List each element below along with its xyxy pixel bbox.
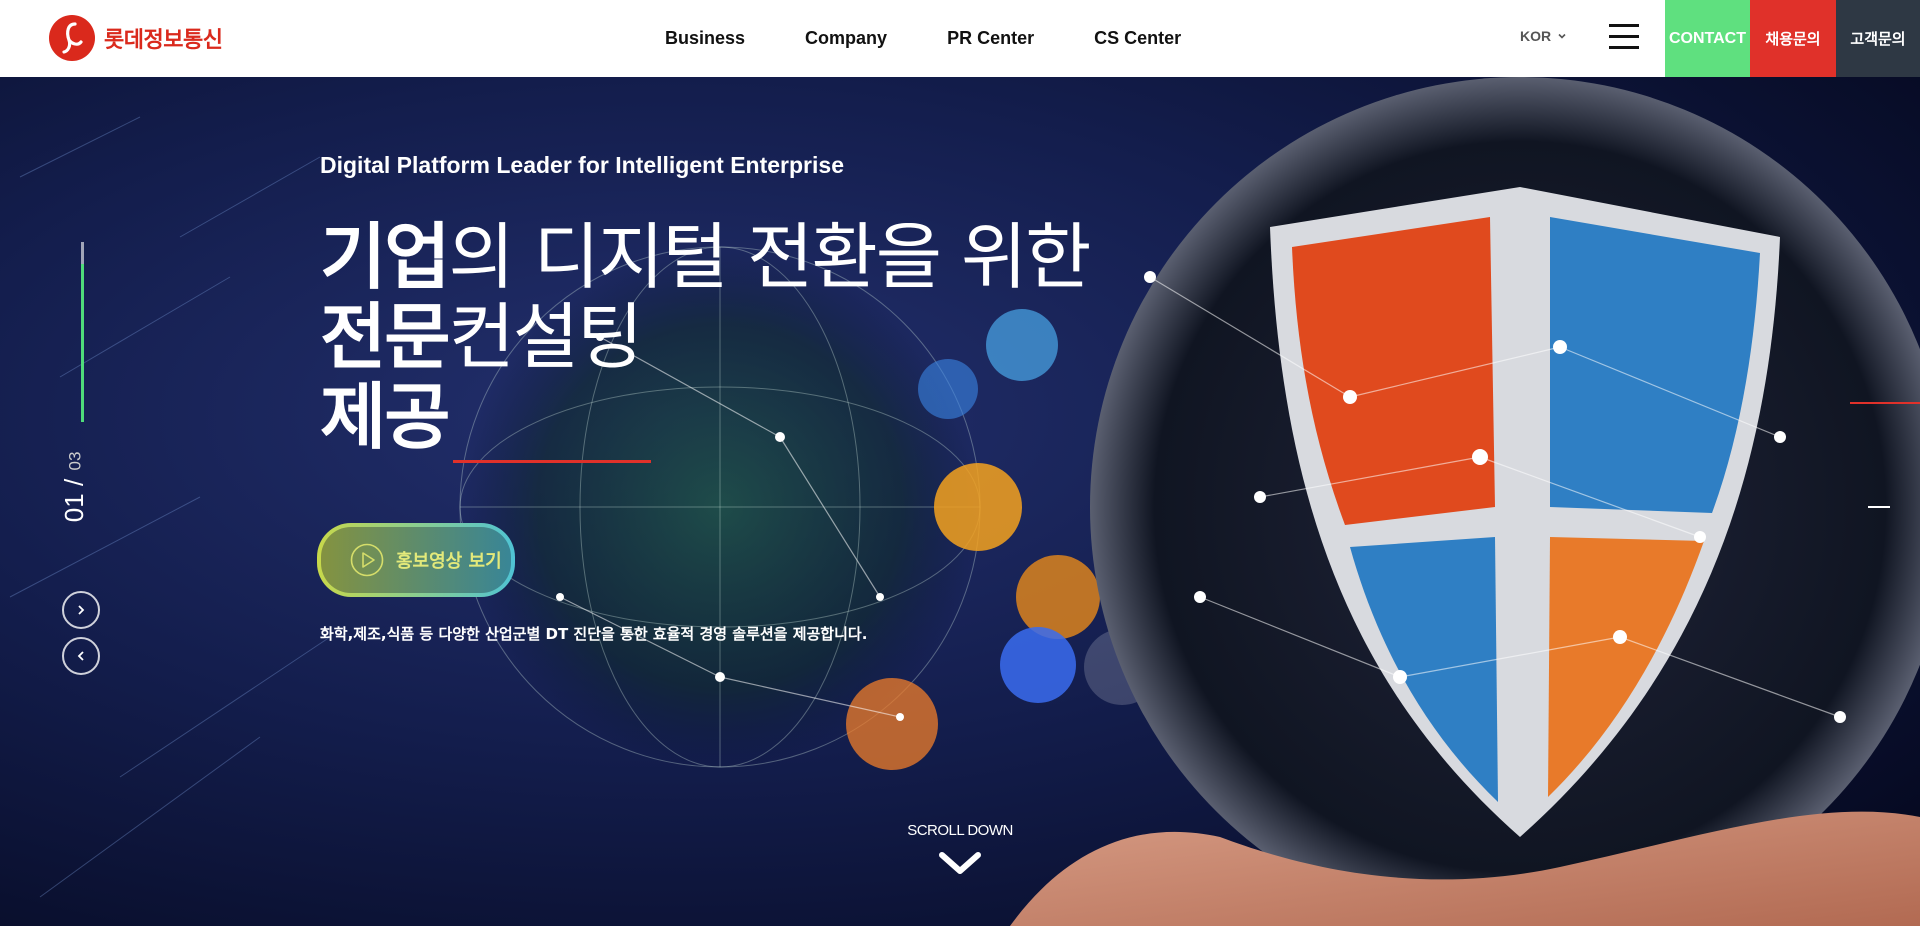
hero-title-line-2: 전문컨설팅 xyxy=(320,297,1089,377)
hero-title-bold-2: 전문 xyxy=(320,295,450,379)
chevron-right-icon xyxy=(78,605,85,615)
scroll-down-icon xyxy=(939,852,981,874)
nav-item-company[interactable]: Company xyxy=(805,28,887,49)
slide-total: 03 xyxy=(65,451,85,471)
hero-slider: Digital Platform Leader for Intelligent … xyxy=(0,77,1920,926)
customer-inquiry-button[interactable]: 고객문의 xyxy=(1836,0,1920,77)
hero-description: 화학,제조,식품 등 다양한 산업군별 DT 진단을 통한 효율적 경영 솔루션… xyxy=(320,625,868,643)
side-indicator-line xyxy=(1868,506,1890,508)
hero-title-light-2: 컨설팅 xyxy=(448,295,643,379)
slide-progress xyxy=(81,242,84,422)
chevron-left-icon xyxy=(77,651,84,661)
hero-title: 기업의 디지털 전환을 위한 전문컨설팅 제공 xyxy=(320,215,1091,457)
scroll-down-label: SCROLL DOWN xyxy=(907,822,1013,839)
nav-item-cs-center[interactable]: CS Center xyxy=(1094,28,1181,49)
chevron-down-icon xyxy=(1558,33,1566,39)
hero-title-line-3: 제공 xyxy=(320,377,1089,457)
promo-video-label: 홍보영상 보기 xyxy=(396,551,502,572)
title-underline xyxy=(453,460,651,463)
recruit-inquiry-button[interactable]: 채용문의 xyxy=(1750,0,1836,77)
hamburger-icon-bar xyxy=(1609,35,1639,38)
logo-text: 롯데정보통신 xyxy=(104,28,223,53)
side-indicator xyxy=(1850,402,1920,404)
hamburger-icon-bar xyxy=(1609,46,1639,49)
hero-title-bold-3: 제공 xyxy=(320,375,450,459)
prev-slide-button[interactable] xyxy=(62,637,100,675)
nav-item-pr-center[interactable]: PR Center xyxy=(947,28,1034,49)
hero-subtitle: Digital Platform Leader for Intelligent … xyxy=(320,152,844,178)
hero-title-line-1: 기업의 디지털 전환을 위한 xyxy=(320,215,1091,299)
language-label: KOR xyxy=(1520,28,1552,44)
next-slide-button[interactable] xyxy=(62,591,100,629)
promo-video-button[interactable]: 홍보영상 보기 xyxy=(317,523,515,597)
hero-background-image xyxy=(0,77,1920,926)
hero-title-bold-1: 기업 xyxy=(320,215,450,299)
slide-counter: 03 01 / xyxy=(58,447,118,527)
contact-button[interactable]: CONTACT xyxy=(1665,0,1750,77)
nav-item-business[interactable]: Business xyxy=(665,28,745,49)
logo[interactable]: 롯데정보통신 xyxy=(48,14,223,62)
logo-icon xyxy=(49,15,95,61)
language-selector[interactable]: KOR xyxy=(1520,28,1567,44)
slide-progress-fill xyxy=(81,264,84,422)
slide-current: 01 / xyxy=(59,478,90,523)
site-header: 롯데정보통신 Business Company PR Center CS Cen… xyxy=(0,0,1920,77)
main-nav: Business Company PR Center CS Center xyxy=(665,0,1241,77)
scroll-down[interactable]: SCROLL DOWN xyxy=(880,822,1040,881)
hero-title-light-1: 의 디지털 전환을 위한 xyxy=(448,215,1091,299)
hamburger-icon xyxy=(1609,24,1639,27)
play-icon xyxy=(350,543,384,577)
hamburger-menu-button[interactable] xyxy=(1609,24,1639,50)
